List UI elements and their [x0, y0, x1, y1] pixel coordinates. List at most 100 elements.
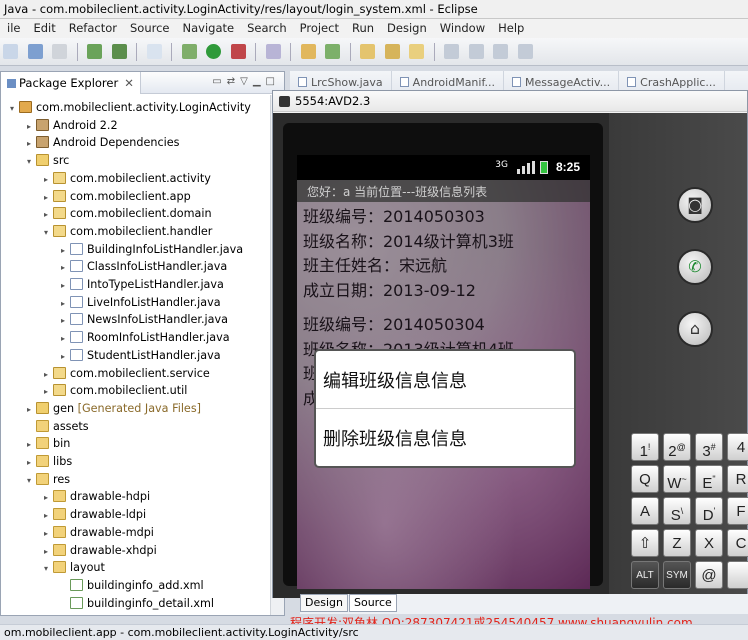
tree-item[interactable]: ▸ BuildingInfoListHandler.java [1, 241, 243, 259]
maximize-icon[interactable]: □ [266, 76, 280, 87]
view-menu-icon[interactable]: ▽ [240, 76, 253, 87]
menu-item[interactable]: Help [491, 19, 530, 35]
collapsed-arrow-icon[interactable]: ▸ [24, 401, 34, 418]
annotation-icon[interactable] [444, 44, 459, 59]
expanded-arrow-icon[interactable]: ▾ [24, 472, 34, 489]
home-icon[interactable]: ⌂ [677, 311, 713, 347]
collapsed-arrow-icon[interactable]: ▸ [58, 277, 68, 294]
next-annotation-icon[interactable] [468, 44, 484, 59]
keyboard-key[interactable]: A [631, 497, 659, 525]
collapse-all-icon[interactable]: ▭ [212, 76, 226, 87]
collapsed-arrow-icon[interactable]: ▸ [58, 259, 68, 276]
menu-item[interactable]: ile [0, 19, 26, 35]
delete-class-option[interactable]: 删除班级信息信息 [316, 409, 574, 466]
tree-item[interactable]: ▾ com.mobileclient.activity.LoginActivity [1, 99, 251, 117]
expanded-arrow-icon[interactable]: ▾ [24, 153, 34, 170]
forward-icon[interactable] [517, 44, 533, 59]
save-icon[interactable] [27, 44, 43, 59]
phone-screen[interactable]: 3G 8:25 您好：a 当前位置---班级信息列表 班级编号：20140503… [297, 155, 590, 589]
keyboard-key[interactable]: E" [695, 465, 723, 493]
new-java-package-icon[interactable] [300, 44, 316, 59]
menu-item[interactable]: Design [380, 19, 433, 35]
call-icon[interactable]: ✆ [677, 249, 713, 285]
menu-item[interactable]: Search [240, 19, 293, 35]
keyboard-key[interactable]: F [727, 497, 748, 525]
collapsed-arrow-icon[interactable]: ▸ [24, 436, 34, 453]
tree-item[interactable]: ▸ com.mobileclient.app [1, 188, 191, 206]
tree-item[interactable]: ▸ libs [1, 453, 72, 471]
collapsed-arrow-icon[interactable]: ▸ [41, 489, 51, 506]
expanded-arrow-icon[interactable]: ▾ [41, 560, 51, 577]
collapsed-arrow-icon[interactable]: ▸ [58, 312, 68, 329]
keyboard-key[interactable]: R [727, 465, 748, 493]
tab-design[interactable]: Design [300, 594, 348, 612]
debug-icon[interactable] [181, 44, 197, 59]
pencil-icon[interactable] [409, 44, 424, 59]
camera-icon[interactable]: ◙ [677, 187, 713, 223]
collapsed-arrow-icon[interactable]: ▸ [41, 189, 51, 206]
tree-item[interactable]: ▾ res [1, 471, 70, 489]
link-editor-icon[interactable]: ⇄ [227, 76, 240, 87]
collapsed-arrow-icon[interactable]: ▸ [58, 330, 68, 347]
menu-item[interactable]: Edit [26, 19, 61, 35]
tree-item[interactable]: ▸ drawable-hdpi [1, 488, 150, 506]
collapsed-arrow-icon[interactable]: ▸ [41, 366, 51, 383]
collapsed-arrow-icon[interactable]: ▸ [58, 348, 68, 365]
tree-item[interactable]: ▸ LiveInfoListHandler.java [1, 294, 221, 312]
tree-item[interactable]: ▸ ClassInfoListHandler.java [1, 258, 227, 276]
new-class-icon[interactable] [325, 44, 340, 59]
tree-item[interactable]: ▸ StudentListHandler.java [1, 347, 221, 365]
tree-item[interactable]: ▸ com.mobileclient.util [1, 382, 187, 400]
menu-item[interactable]: Project [293, 19, 345, 35]
collapsed-arrow-icon[interactable]: ▸ [24, 454, 34, 471]
android-sdk-icon[interactable] [87, 44, 102, 59]
expanded-arrow-icon[interactable]: ▾ [41, 224, 51, 241]
keyboard-key[interactable]: 1! [631, 433, 659, 461]
tree-item[interactable]: ▸ com.mobileclient.service [1, 365, 210, 383]
collapsed-arrow-icon[interactable]: ▸ [41, 206, 51, 223]
keyboard-key[interactable]: D' [695, 497, 723, 525]
tree-item[interactable]: buildinginfo_add.xml [1, 577, 204, 595]
collapsed-arrow-icon[interactable]: ▸ [41, 383, 51, 400]
tab-source[interactable]: Source [348, 594, 397, 612]
minimize-icon[interactable]: ▁ [253, 76, 266, 87]
tree-item[interactable]: ▸ com.mobileclient.domain [1, 205, 212, 223]
print-icon[interactable] [52, 44, 67, 59]
tree-item[interactable]: ▸ RoomInfoListHandler.java [1, 329, 230, 347]
keyboard-key[interactable]: @ [695, 561, 723, 589]
collapsed-arrow-icon[interactable]: ▸ [41, 507, 51, 524]
menu-item[interactable]: Refactor [62, 19, 123, 35]
collapsed-arrow-icon[interactable]: ▸ [41, 171, 51, 188]
menu-item[interactable]: Run [345, 19, 380, 35]
keyboard-key[interactable]: X [695, 529, 723, 557]
collapsed-arrow-icon[interactable]: ▸ [24, 135, 34, 152]
run-icon[interactable] [206, 44, 221, 59]
menu-item[interactable]: Navigate [176, 19, 241, 35]
keyboard-key[interactable]: W~ [663, 465, 691, 493]
external-tools-icon[interactable] [230, 44, 246, 59]
tree-item[interactable]: ▸ drawable-xhdpi [1, 542, 157, 560]
tree-item[interactable]: ▸ Android 2.2 [1, 117, 118, 135]
tree-item[interactable]: buildinginfo_detail.xml [1, 595, 214, 613]
tree-item[interactable]: assets [1, 418, 89, 436]
collapsed-arrow-icon[interactable]: ▸ [41, 525, 51, 542]
keyboard-key[interactable]: 4 [727, 433, 748, 461]
collapsed-arrow-icon[interactable]: ▸ [58, 295, 68, 312]
tree-item[interactable]: ▸ drawable-mdpi [1, 524, 154, 542]
collapsed-arrow-icon[interactable]: ▸ [41, 543, 51, 560]
tree-item[interactable]: ▸ gen [Generated Java Files] [1, 400, 201, 418]
tab-package-explorer[interactable]: Package Explorer ✕ [1, 72, 141, 94]
keyboard-key[interactable]: ALT [631, 561, 659, 589]
checkbox-tool-icon[interactable] [146, 44, 162, 59]
tree-item[interactable]: ▾ layout [1, 559, 105, 577]
keyboard-key[interactable]: ⇧ [631, 529, 659, 557]
keyboard-key[interactable]: 3# [695, 433, 723, 461]
close-icon[interactable]: ✕ [124, 76, 134, 90]
expanded-arrow-icon[interactable]: ▾ [7, 100, 17, 117]
keyboard-key[interactable]: 2@ [663, 433, 691, 461]
back-icon[interactable] [493, 44, 508, 59]
tree-item[interactable]: ▸ com.mobileclient.activity [1, 170, 211, 188]
edit-class-option[interactable]: 编辑班级信息信息 [316, 351, 574, 408]
tree-item[interactable]: ▸ Android Dependencies [1, 134, 179, 152]
search-icon[interactable] [265, 44, 281, 59]
